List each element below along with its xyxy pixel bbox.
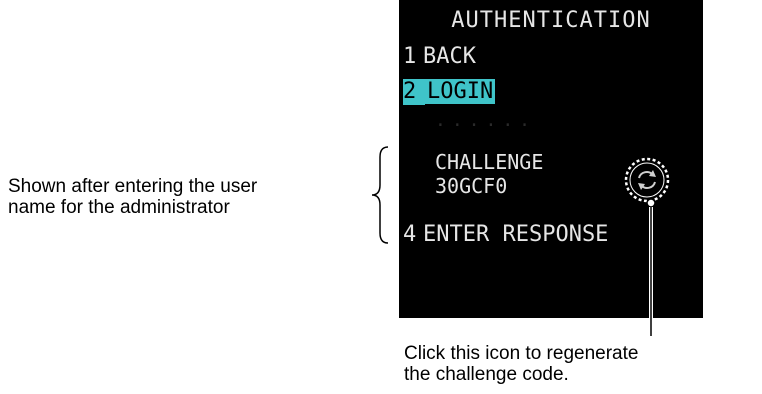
regenerate-note-line2: the challenge code. — [404, 364, 569, 385]
callout-line — [646, 198, 656, 336]
regenerate-note-line1: Click this icon to regenerate — [404, 343, 639, 364]
regenerate-note: Click this icon to regenerate the challe… — [404, 343, 754, 385]
